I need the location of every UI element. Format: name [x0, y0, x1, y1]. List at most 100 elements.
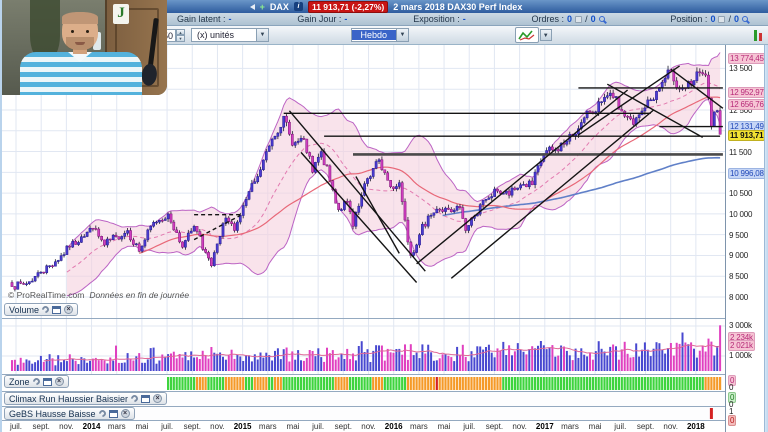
indicator-price-badge: 13 774,45 [728, 53, 766, 64]
time-axis[interactable]: juil.sept.nov.2014marsmaijuil.sept.nov.2… [2, 420, 725, 432]
gebs-panel-title: GeBS Hausse Baisse [9, 409, 96, 419]
speaker-icon[interactable] [250, 4, 255, 10]
detach-window-icon[interactable] [43, 378, 52, 386]
settings-wrench-icon[interactable] [130, 394, 140, 404]
units-select[interactable]: (x) unités ▼ [191, 28, 269, 42]
close-icon[interactable]: × [55, 377, 64, 386]
counter-box-icon[interactable] [718, 16, 725, 23]
close-icon[interactable]: × [121, 409, 130, 418]
x-axis-label: 2018 [687, 422, 705, 431]
x-axis-label: sept. [486, 422, 503, 431]
status-item: Ordres :0/0 [532, 14, 605, 24]
price-axis-label: 9 000 [728, 251, 749, 260]
x-axis-label: nov. [361, 422, 376, 431]
chevron-down-icon[interactable]: ▼ [396, 29, 408, 41]
x-axis-label: juil. [463, 422, 475, 431]
status-item: Position :0/0 [670, 14, 748, 24]
webcam-plant [30, 0, 60, 60]
status-item: Gain Jour :- [297, 14, 347, 24]
zone-indicator-canvas[interactable] [2, 374, 725, 391]
x-axis-label: 2014 [83, 422, 101, 431]
settings-wrench-icon[interactable] [41, 305, 51, 315]
magnifier-icon[interactable] [599, 16, 605, 22]
price-axis-label: 13 500 [728, 64, 753, 73]
webcam-person-mouth [75, 42, 85, 45]
x-axis-label: 2016 [385, 422, 403, 431]
volume-axis-label: 1 000k [728, 351, 753, 360]
symbol-name: DAX [270, 2, 289, 12]
session-info: 2 mars 2018 DAX30 Perf Index [393, 2, 522, 12]
chevron-down-icon[interactable]: ▼ [256, 29, 268, 41]
x-axis-label: mars [561, 422, 579, 431]
detach-window-icon[interactable] [52, 306, 61, 314]
x-axis-label: juil. [614, 422, 626, 431]
settings-wrench-icon[interactable] [31, 377, 41, 387]
stepper-down-icon[interactable]: ▼ [176, 35, 185, 42]
zone-panel-header[interactable]: Zone × [4, 375, 69, 388]
zone-axis-label: 0 [728, 383, 734, 392]
webcam-person-eye [71, 30, 74, 33]
plot-column: juil.sept.nov.2014marsmaijuil.sept.nov.2… [2, 45, 725, 432]
price-axis-label: 8 000 [728, 293, 749, 302]
settings-wrench-icon[interactable] [97, 409, 107, 419]
webcam-person-eye [86, 30, 89, 33]
chart-type-button[interactable] [515, 27, 539, 43]
volume-badge: 2 021k [728, 340, 755, 351]
detach-window-icon[interactable] [109, 410, 118, 418]
close-icon[interactable]: × [64, 305, 73, 314]
x-axis-label: 2017 [536, 422, 554, 431]
volume-canvas[interactable] [2, 318, 725, 374]
status-item: Exposition :- [413, 14, 466, 24]
climax-panel-header[interactable]: Climax Run Haussier Baissier × [4, 392, 167, 405]
x-axis-label: mai [589, 422, 602, 431]
x-axis-label: mars [410, 422, 428, 431]
x-axis-label: mai [438, 422, 451, 431]
chart-type-icon [518, 29, 536, 41]
x-axis-label: mai [287, 422, 300, 431]
volume-axis-label: 3 000k [728, 321, 753, 330]
status-item: Gain latent :- [177, 14, 232, 24]
indicator-price-badge: 12 952,97 [728, 87, 766, 98]
price-axis-label: 8 500 [728, 272, 749, 281]
indicator-price-badge: 10 996,08 [728, 168, 766, 179]
x-axis-label: mars [259, 422, 277, 431]
detach-window-icon[interactable] [141, 395, 150, 403]
x-axis-label: mars [108, 422, 126, 431]
price-axis[interactable]: 13 50012 50011 50010 50010 0009 5009 000… [725, 45, 764, 432]
gebs-panel-header[interactable]: GeBS Hausse Baisse × [4, 407, 135, 420]
x-axis-label: sept. [33, 422, 50, 431]
candlestick-mode-icon[interactable] [754, 30, 762, 41]
volume-panel-header[interactable]: Volume × [4, 303, 78, 316]
webcam-overlay: J [2, 0, 167, 95]
watermark-brand: © ProRealTime.com [8, 290, 84, 300]
units-label: (x) unités [192, 30, 239, 40]
climax-panel-title: Climax Run Haussier Baissier [9, 394, 128, 404]
price-change-badge: 11 913,71 (-2,27%) [308, 1, 388, 13]
price-axis-label: 11 500 [728, 148, 753, 157]
price-axis-label: 10 500 [728, 189, 753, 198]
timeframe-value: Hebdo [352, 30, 397, 40]
current-price-badge: 11 913,71 [728, 130, 765, 141]
counter-box-icon[interactable] [575, 16, 582, 23]
close-icon[interactable]: × [153, 394, 162, 403]
x-axis-label: nov. [663, 422, 678, 431]
x-axis-label: sept. [184, 422, 201, 431]
x-axis-label: juil. [312, 422, 324, 431]
zone-panel-title: Zone [9, 377, 30, 387]
x-axis-label: nov. [59, 422, 74, 431]
indicator-price-badge: 12 656,76 [728, 99, 766, 110]
x-axis-label: sept. [335, 422, 352, 431]
gebs-axis-label: 0 [728, 415, 736, 426]
chart-type-dropdown-icon[interactable]: ▼ [540, 29, 552, 41]
symbol-prefix: + [260, 2, 265, 12]
watermark: © ProRealTime.comDonnées en fin de journ… [8, 290, 189, 300]
info-icon[interactable]: i [294, 2, 303, 11]
magnifier-icon[interactable] [742, 16, 748, 22]
price-axis-label: 10 000 [728, 210, 753, 219]
x-axis-label: mai [135, 422, 148, 431]
x-axis-label: juil. [161, 422, 173, 431]
x-axis-label: sept. [637, 422, 654, 431]
webcam-letter-card: J [113, 4, 129, 24]
timeframe-select[interactable]: Hebdo ▼ [351, 28, 410, 42]
x-axis-label: juil. [10, 422, 22, 431]
